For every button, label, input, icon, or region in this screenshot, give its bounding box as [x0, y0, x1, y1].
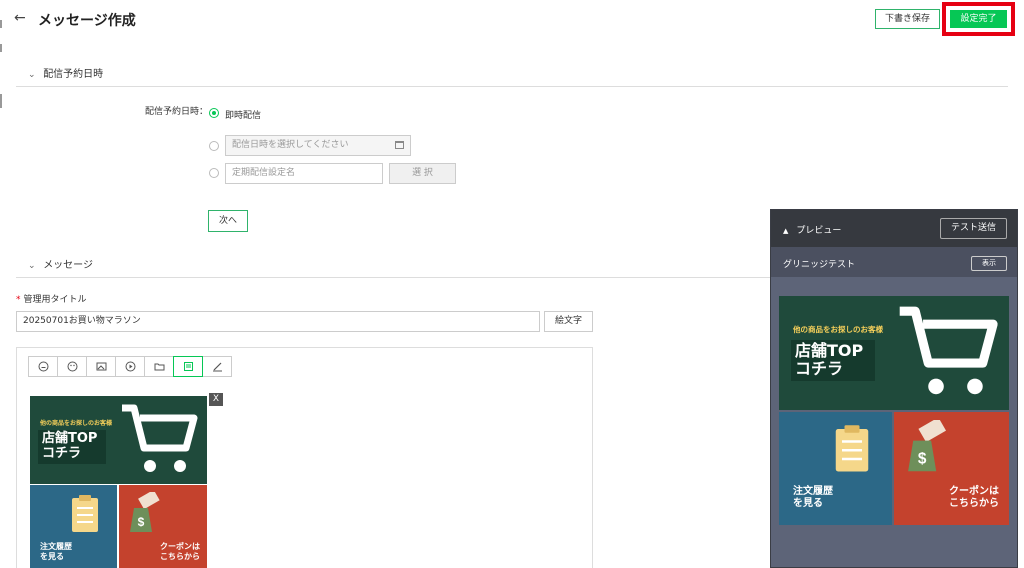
test-send-button[interactable]: テスト送信	[940, 218, 1007, 239]
richmenu-order-text: 注文履歴 を見る	[40, 542, 72, 561]
emoji-icon[interactable]	[57, 356, 87, 377]
preview-order-line1: 注文履歴	[793, 486, 833, 497]
section-header-schedule[interactable]: ⌄ 配信予約日時	[28, 65, 103, 80]
richmenu-coupon-text: クーポンは こちらから	[152, 542, 200, 561]
admin-title-value: 20250701お買い物マラソン	[23, 316, 141, 326]
save-draft-button[interactable]: 下書き保存	[875, 9, 940, 29]
admin-title-label: * 管理用タイトル	[16, 292, 87, 305]
order-line1: 注文履歴	[40, 542, 72, 551]
admin-title-input[interactable]: 20250701お買い物マラソン	[16, 311, 540, 332]
side-tick	[0, 44, 2, 52]
message-editor: 他の商品をお探しのお客様 店舗TOP コチラ $ 注文履歴 を見る クーポンは …	[16, 347, 593, 568]
coupon-tag-icon: $	[908, 420, 947, 472]
svg-text:$: $	[918, 451, 927, 468]
image-icon[interactable]	[86, 356, 116, 377]
radio-label-immediate: 即時配信	[225, 111, 262, 121]
folder-icon[interactable]	[144, 356, 174, 377]
preview-order-text: 注文履歴 を見る	[793, 486, 833, 510]
recurring-name-input[interactable]: 定期配信設定名	[225, 163, 383, 184]
highlight-frame: 設定完了	[942, 2, 1015, 36]
rich-message-image[interactable]: 他の商品をお探しのお客様 店舗TOP コチラ $ 注文履歴 を見る クーポンは …	[30, 396, 207, 568]
coupon-line1: クーポンは	[160, 542, 200, 551]
order-line2: を見る	[40, 551, 64, 561]
admin-title-text: 管理用タイトル	[23, 295, 87, 305]
chat-name: グリニッジテスト	[783, 260, 856, 270]
preview-coupon-line2: こちらから	[949, 498, 999, 509]
clipboard-icon	[72, 495, 98, 532]
edit-icon[interactable]	[202, 356, 232, 377]
select-button[interactable]: 選 択	[389, 163, 456, 184]
clipboard-icon	[835, 425, 869, 472]
preview-panel: ▲ プレビュー テスト送信 グリニッジテスト 表示 他の商品をお探しのお客様 店舗…	[770, 209, 1018, 568]
cart-icon	[122, 404, 198, 472]
preview-rich-message: 他の商品をお探しのお客様 店舗TOP コチラ $ 注文履歴 を見る クーポンは …	[779, 296, 1009, 525]
section-header-message[interactable]: ⌄ メッセージ	[28, 256, 93, 271]
complete-settings-button[interactable]: 設定完了	[950, 10, 1007, 28]
section-title: メッセージ	[43, 260, 93, 271]
coupon-tag-icon: $	[130, 492, 160, 532]
radio-recurring[interactable]	[209, 168, 219, 178]
datetime-placeholder: 配信日時を選択してください	[232, 140, 349, 150]
triangle-up-icon: ▲	[783, 227, 789, 235]
radio-datetime[interactable]	[209, 141, 219, 151]
divider	[16, 277, 770, 278]
page-header: ← メッセージ作成 下書き保存 設定完了	[0, 0, 1024, 40]
side-tick	[0, 20, 2, 28]
page-title: メッセージ作成	[38, 13, 136, 29]
radio-immediate[interactable]	[209, 108, 219, 118]
show-button[interactable]: 表示	[971, 256, 1007, 271]
arrow-left-icon[interactable]: ←	[14, 10, 26, 26]
preview-top-line2: コチラ	[795, 359, 844, 379]
video-icon[interactable]	[115, 356, 145, 377]
cart-icon	[899, 306, 998, 395]
preview-toggle[interactable]: ▲ プレビュー	[783, 223, 841, 236]
preview-top-small-text: 他の商品をお探しのお客様	[793, 325, 883, 334]
svg-text:$: $	[138, 515, 145, 529]
chevron-down-icon: ⌄	[28, 261, 36, 271]
richmenu-top-line1: 店舗TOP	[42, 431, 98, 446]
richmenu-top-line2: コチラ	[42, 445, 82, 461]
emoji-button[interactable]: 絵文字	[544, 311, 593, 332]
richmenu-top-big-text: 店舗TOP コチラ	[38, 430, 106, 464]
recurring-placeholder: 定期配信設定名	[232, 168, 296, 178]
preview-coupon-line1: クーポンは	[949, 486, 999, 497]
next-button[interactable]: 次へ	[208, 210, 248, 232]
datetime-input[interactable]: 配信日時を選択してください	[225, 135, 411, 156]
preview-chat-bar: グリニッジテスト 表示	[771, 247, 1017, 277]
preview-header: ▲ プレビュー テスト送信	[771, 210, 1017, 247]
side-tick	[0, 94, 2, 108]
schedule-field-label: 配信予約日時：	[145, 107, 209, 117]
preview-top-line1: 店舗TOP	[795, 341, 864, 360]
preview-title: プレビュー	[796, 226, 842, 236]
richmenu-top-small-text: 他の商品をお探しのお客様	[40, 420, 113, 427]
editor-toolbar	[28, 356, 232, 377]
remove-image-button[interactable]: X	[209, 393, 223, 406]
preview-top-big-text: 店舗TOP コチラ	[791, 340, 875, 381]
divider	[16, 86, 1008, 87]
coupon-line2: こちらから	[160, 551, 200, 561]
calendar-icon	[395, 141, 404, 149]
preview-order-line2: を見る	[793, 498, 823, 509]
richmessage-icon[interactable]	[173, 356, 203, 377]
section-title: 配信予約日時	[43, 69, 104, 80]
chevron-down-icon: ⌄	[28, 70, 36, 80]
required-mark: *	[16, 295, 21, 305]
sticker-icon[interactable]	[28, 356, 58, 377]
preview-coupon-text: クーポンは こちらから	[931, 486, 999, 510]
